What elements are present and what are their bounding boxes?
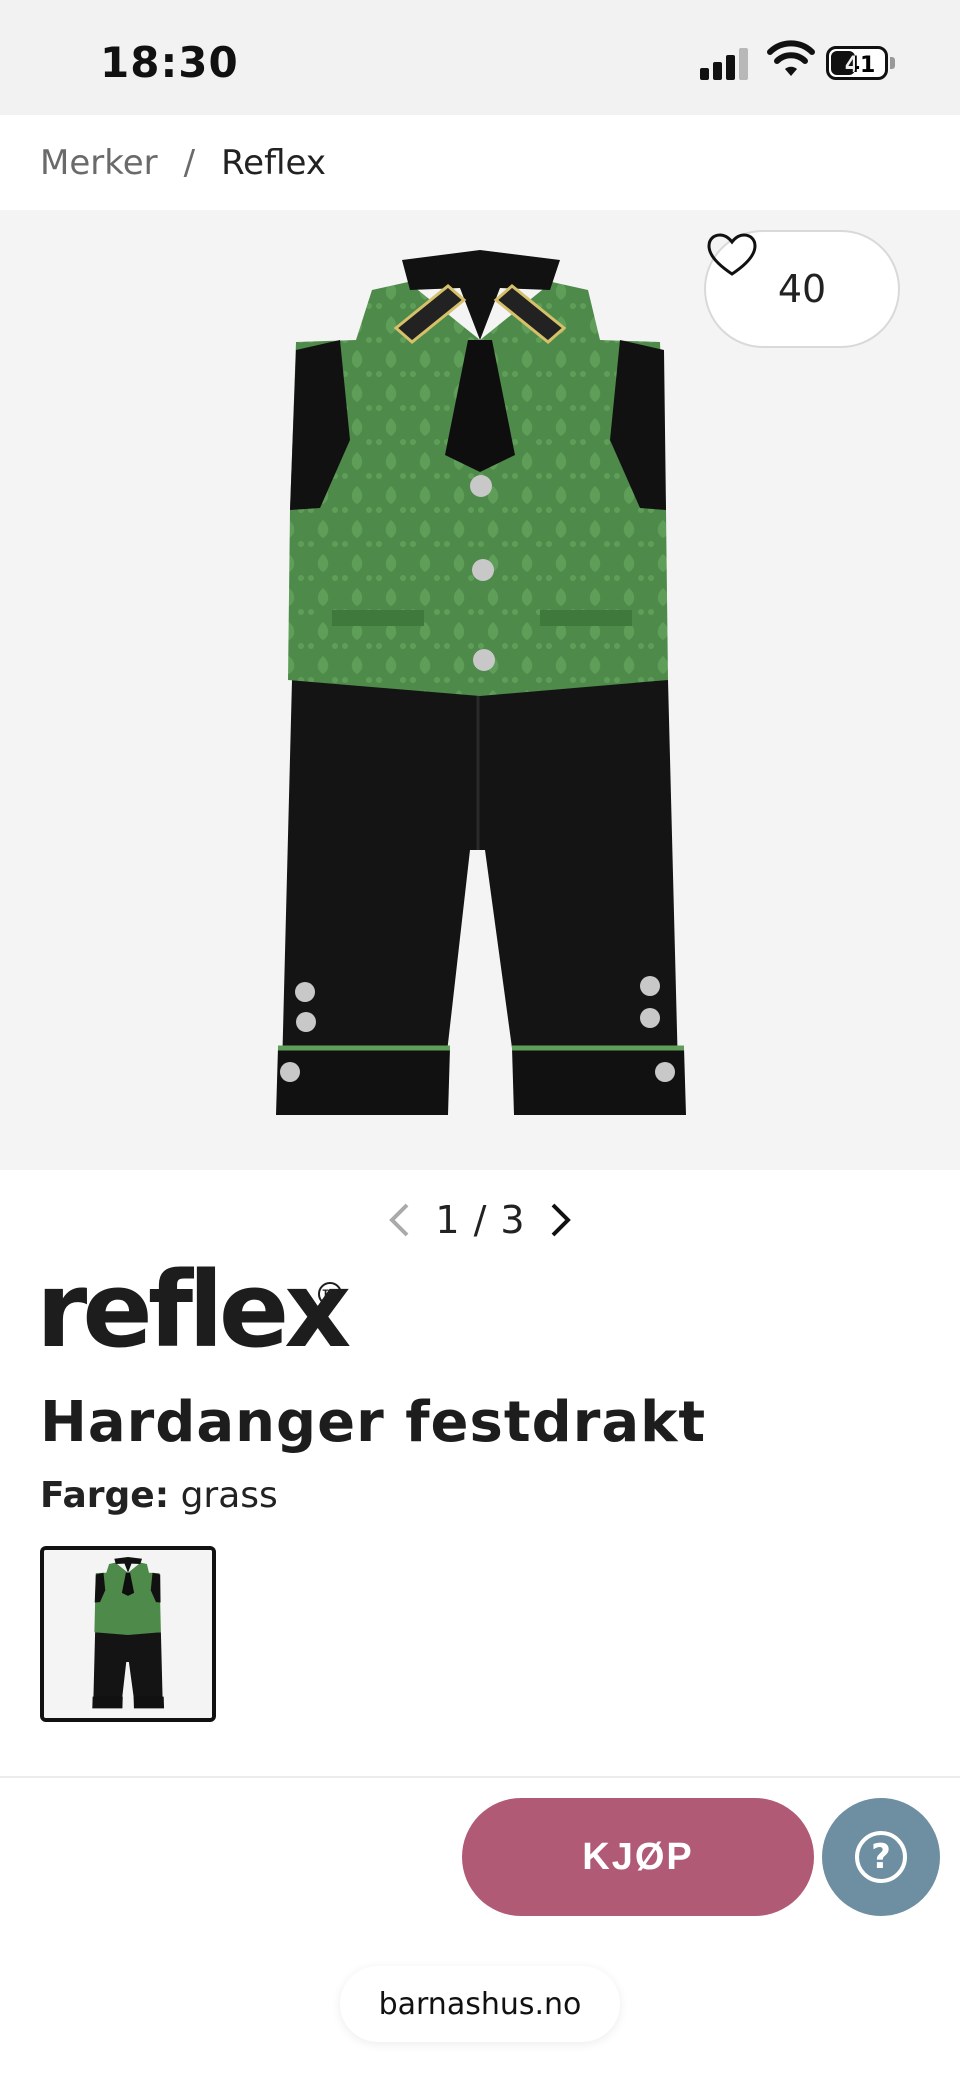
- product-title: Hardanger festdrakt: [40, 1390, 707, 1455]
- breadcrumb-current: Reflex: [221, 142, 326, 183]
- divider: [0, 1776, 960, 1778]
- breadcrumb-separator: /: [183, 142, 196, 183]
- breadcrumb: Merker / Reflex: [0, 115, 960, 210]
- wifi-icon: [767, 40, 815, 76]
- favorite-button[interactable]: 40: [704, 230, 900, 348]
- status-bar: 18:30 41: [0, 0, 960, 115]
- buy-button[interactable]: KJØP: [462, 1798, 814, 1916]
- chevron-right-icon: [551, 1203, 571, 1237]
- color-label: Farge:: [40, 1475, 170, 1516]
- pagination-current: 1: [435, 1198, 460, 1242]
- breadcrumb-link-merker[interactable]: Merker: [40, 143, 158, 183]
- brand-logo[interactable]: reflex: [36, 1258, 351, 1362]
- battery-icon: 41: [826, 46, 896, 80]
- pagination-separator: /: [473, 1198, 487, 1242]
- signal-icon: [700, 46, 752, 80]
- swatch-thumbnail: [44, 1550, 212, 1718]
- next-image-button[interactable]: [539, 1198, 583, 1242]
- image-pagination: 1 / 3: [0, 1190, 960, 1250]
- status-time: 18:30: [100, 38, 239, 87]
- product-image-gallery[interactable]: 40: [0, 210, 960, 1170]
- help-button[interactable]: ?: [822, 1798, 940, 1916]
- color-info: Farge: grass: [40, 1475, 278, 1516]
- pagination-total: 3: [500, 1198, 525, 1242]
- chevron-left-icon: [389, 1203, 409, 1237]
- trademark-mark: TM: [318, 1282, 342, 1306]
- product-image: [276, 250, 686, 1115]
- color-swatch-grass[interactable]: [40, 1546, 216, 1722]
- previous-image-button[interactable]: [377, 1198, 421, 1242]
- like-count: 40: [777, 267, 827, 311]
- help-icon: ?: [855, 1831, 907, 1883]
- color-value: grass: [180, 1475, 278, 1516]
- heart-icon: [707, 233, 757, 276]
- battery-level: 41: [844, 53, 876, 78]
- browser-url[interactable]: barnashus.no: [340, 1966, 620, 2042]
